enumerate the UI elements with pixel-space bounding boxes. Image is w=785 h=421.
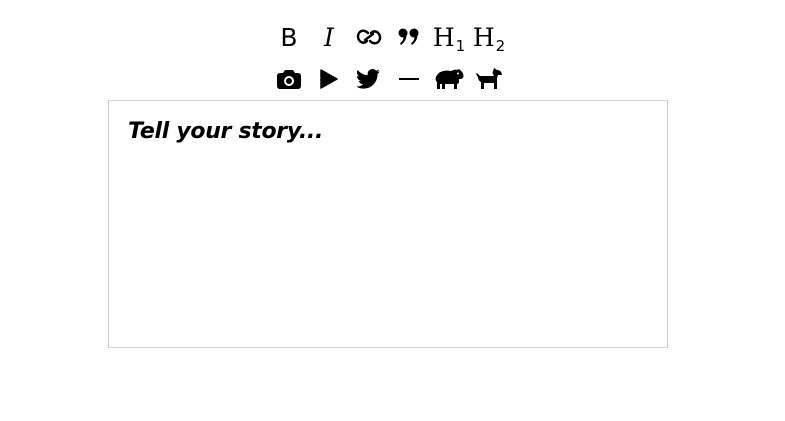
heading-1-icon: H1 [432, 22, 465, 54]
bold-icon: B [280, 22, 298, 52]
quote-button[interactable] [389, 17, 429, 57]
italic-button[interactable]: I [309, 17, 349, 57]
hippo-icon [435, 69, 464, 89]
bold-button[interactable]: B [269, 17, 309, 57]
heading-1-subscript: 1 [455, 36, 466, 55]
heading-2-letter: H [472, 22, 495, 52]
heading-2-subscript: 2 [495, 36, 506, 55]
camera-icon [277, 70, 301, 89]
heading-1-letter: H [432, 22, 455, 52]
insert-divider-button[interactable] [389, 59, 429, 99]
divider-icon [399, 78, 419, 80]
link-button[interactable] [349, 17, 389, 57]
italic-icon: I [324, 22, 334, 52]
formatting-toolbar: B I H1 H2 [0, 17, 785, 57]
insert-tweet-button[interactable] [349, 59, 389, 99]
twitter-icon [357, 69, 380, 89]
insert-video-button[interactable] [309, 59, 349, 99]
insert-dog-button[interactable] [469, 59, 509, 99]
insert-toolbar [0, 59, 785, 99]
quote-icon [398, 28, 419, 45]
insert-hippo-button[interactable] [429, 59, 469, 99]
story-editor[interactable]: Tell your story... [108, 100, 668, 348]
editor-placeholder: Tell your story... [128, 119, 324, 144]
link-icon [356, 29, 382, 45]
insert-image-button[interactable] [269, 59, 309, 99]
heading-2-icon: H2 [472, 22, 505, 54]
heading-2-button[interactable]: H2 [469, 17, 509, 57]
dog-icon [476, 68, 502, 89]
heading-1-button[interactable]: H1 [429, 17, 469, 57]
play-icon [320, 69, 338, 89]
